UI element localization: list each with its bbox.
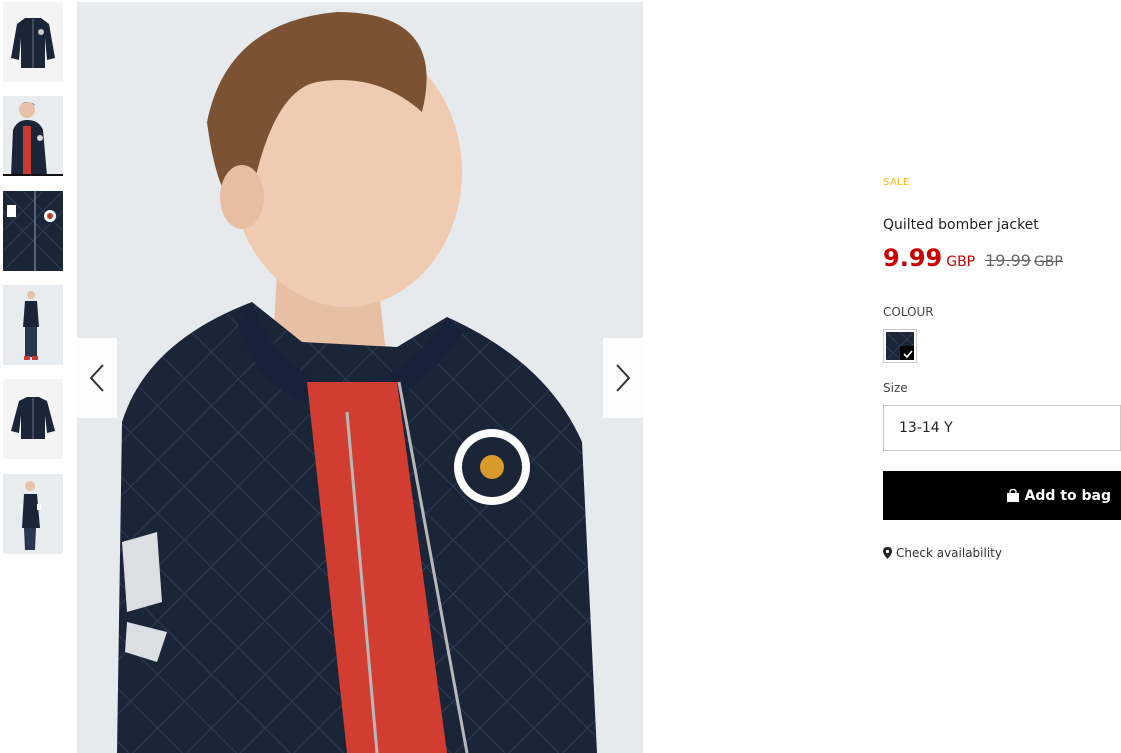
previous-image-button[interactable] [77, 338, 117, 418]
location-pin-icon [883, 547, 892, 559]
current-currency: GBP [946, 254, 976, 270]
product-title: Quilted bomber jacket [883, 217, 1039, 233]
next-image-button[interactable] [603, 338, 643, 418]
size-label: Size [883, 381, 908, 395]
main-product-image [77, 2, 643, 753]
check-icon [900, 346, 914, 360]
thumbnail-5[interactable] [3, 379, 63, 459]
thumbnail-4[interactable] [3, 285, 63, 365]
old-currency: GBP [1033, 254, 1063, 270]
old-price: 19.99 [985, 251, 1031, 270]
thumbnail-6[interactable] [3, 474, 63, 554]
colour-swatch-navy[interactable] [883, 329, 917, 363]
check-availability-link[interactable]: Check availability [883, 546, 1002, 560]
current-price: 9.99 [883, 244, 943, 272]
shopping-bag-icon [1006, 489, 1019, 502]
colour-label: COLOUR [883, 305, 934, 319]
product-details-panel: SALE Quilted bomber jacket 9.99 GBP 19.99 G… [883, 0, 1121, 753]
thumbnail-1[interactable] [3, 2, 63, 82]
sale-badge: SALE [883, 177, 910, 188]
chevron-left-icon [89, 364, 104, 392]
size-select[interactable]: 13-14 Y [883, 405, 1121, 451]
thumbnail-3[interactable] [3, 191, 63, 271]
swatch-fabric [886, 332, 914, 360]
chevron-right-icon [616, 364, 631, 392]
price-row: 9.99 GBP 19.99 GBP [883, 244, 1063, 272]
add-to-bag-button[interactable]: Add to bag [883, 471, 1121, 520]
thumbnail-2[interactable] [3, 96, 63, 176]
check-availability-label: Check availability [896, 546, 1002, 560]
add-to-bag-label: Add to bag [1024, 487, 1111, 504]
